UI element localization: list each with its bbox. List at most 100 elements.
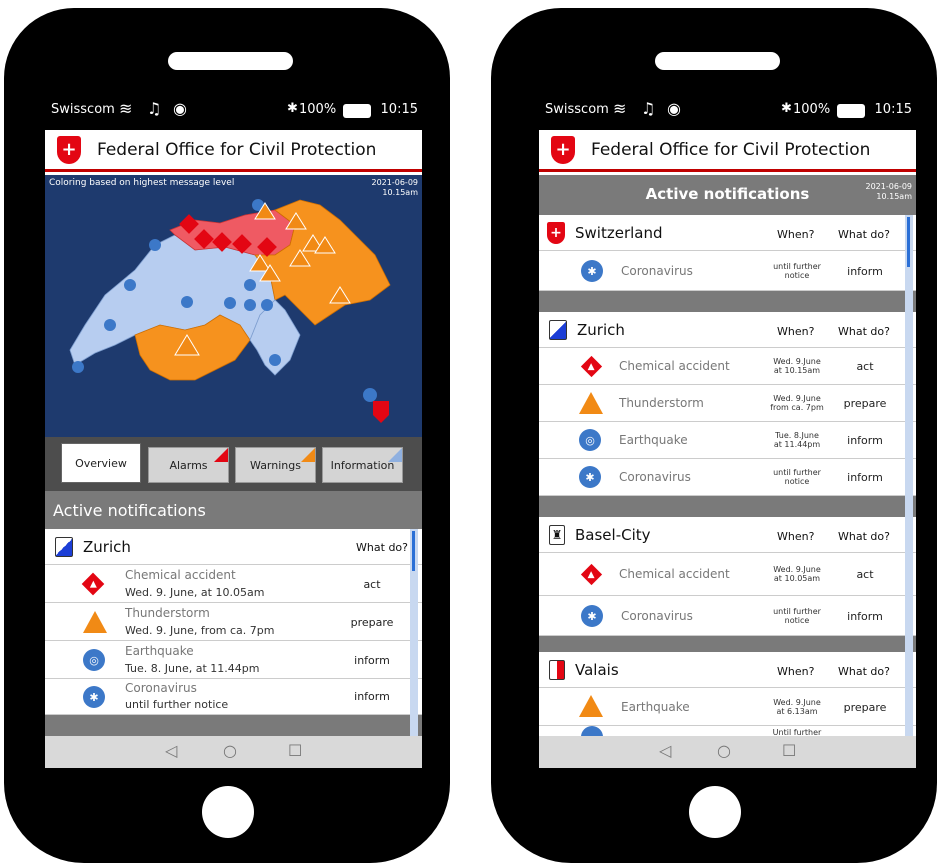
what-do-header: What do? [838,228,890,241]
section-divider [539,291,916,312]
screen-overview: Swisscom ≋ ♫ ◉ ✱ 100% 10:15 + Federal Of… [45,94,422,768]
speaker [655,52,780,70]
coronavirus-icon: ✱ [83,686,105,708]
earthquake-icon: ◎ [579,429,601,451]
notification-action: prepare [350,616,394,629]
android-nav-bar: ◁ ○ ☐ [539,736,916,768]
tab-overview[interactable]: Overview [61,443,141,483]
battery-percent: 100% [793,102,831,117]
valais-coat-of-arms-icon [549,659,565,680]
notification-item[interactable]: ✱ Coronavirus until further notice inform [539,459,916,496]
earthquake-icon: ◎ [83,649,105,671]
coronavirus-icon: ✱ [581,605,603,627]
notification-item[interactable]: Thunderstorm Wed. 9. June, from ca. 7pm … [45,603,422,641]
bluetooth-icon: ✱ [287,101,298,116]
notification-item[interactable]: ▲ Chemical accident Wed. 9.June at 10.05a… [539,553,916,596]
notification-title: Chemical accident [619,567,730,581]
back-icon[interactable]: ◁ [165,741,177,760]
notification-title: Coronavirus [621,609,693,623]
notification-item[interactable]: Earthquake Wed. 9.June at 6.13am prepare [539,688,916,726]
chemical-accident-icon: ▲ [580,355,603,378]
region-row-valais[interactable]: Valais When? What do? [539,652,916,688]
header-date: 2021-06-09 [865,182,913,191]
earthquake-warning-icon [579,695,603,717]
region-name: Switzerland [575,223,663,242]
zurich-coat-of-arms-icon [55,536,73,557]
app-bar: + Federal Office for Civil Protection [45,130,422,172]
recent-apps-icon[interactable]: ☐ [782,741,796,760]
section-divider [539,636,916,652]
section-active-notifications: Active notifications [45,491,422,529]
notification-item[interactable]: ✱ Coronavirus until further notice inform [539,596,916,636]
notification-when: until further notice [773,607,821,625]
notification-action: inform [354,654,390,667]
section-title: Active notifications [53,500,206,520]
home-icon[interactable]: ○ [223,741,237,760]
map-date: 2021-06-09 [371,178,419,187]
notification-title: Earthquake [619,433,688,447]
scrollbar-thumb[interactable] [412,531,415,571]
screen-notifications: Swisscom ≋ ♫ ◉ ✱ 100% 10:15 + Federal Of… [539,94,916,768]
clock: 10:15 [874,102,912,117]
scrollbar-thumb[interactable] [907,217,910,267]
region-row-zurich[interactable]: Zurich What do? [45,529,422,565]
tab-information[interactable]: Information [322,447,403,483]
scrollbar[interactable] [905,215,913,738]
map-caption: Coloring based on highest message level [49,178,235,188]
notification-item[interactable]: ✱ Coronavirus until further notice inform [539,251,916,291]
what-do-header: What do? [838,325,890,338]
bluetooth-icon: ✱ [781,101,792,116]
home-icon[interactable]: ○ [717,741,731,760]
when-header: When? [777,530,815,543]
notification-item[interactable]: ◎ Earthquake Tue. 8.June at 11.44pm infor… [539,422,916,459]
tab-overview-label: Overview [75,456,127,470]
android-nav-bar: ◁ ○ ☐ [45,736,422,768]
coronavirus-icon: ✱ [581,260,603,282]
region-row-switzerland[interactable]: + Switzerland When? What do? [539,215,916,251]
notification-item[interactable]: ◎ Earthquake Tue. 8. June, at 11.44pm in… [45,641,422,679]
back-icon[interactable]: ◁ [659,741,671,760]
app-title: Federal Office for Civil Protection [591,139,871,160]
region-name: Zurich [83,537,131,556]
notification-when: until further notice [773,262,821,280]
region-row-basel-city[interactable]: ♜ Basel-City When? What do? [539,517,916,553]
map-graphic [69,199,391,423]
notification-title: Earthquake [621,700,690,714]
map-timestamp: 2021-06-09 10.15am [372,178,419,198]
region-row-zurich[interactable]: Zurich When? What do? [539,312,916,348]
home-button[interactable] [202,786,254,838]
notification-when: Tue. 8.June at 11.44pm [773,431,821,449]
recent-apps-icon[interactable]: ☐ [288,741,302,760]
notification-title: Thunderstorm [619,396,704,410]
when-header: When? [777,665,815,678]
carrier-name: Swisscom [51,102,115,117]
notification-item[interactable]: ✱ Coronavirus until further notice infor… [45,679,422,715]
warning-corner-icon [287,448,315,462]
section-divider [45,715,422,736]
what-do-header: What do? [838,530,890,543]
tab-alarms[interactable]: Alarms [148,447,229,483]
notification-item[interactable]: ▲ Chemical accident Wed. 9.June at 10.15a… [539,348,916,385]
carrier-name: Swisscom [545,102,609,117]
app-bar: + Federal Office for Civil Protection [539,130,916,172]
status-bar: Swisscom ≋ ♫ ◉ ✱ 100% 10:15 [539,94,916,130]
notification-action: inform [847,434,883,447]
notification-item[interactable]: Thunderstorm Wed. 9.June from ca. 7pm pre… [539,385,916,422]
clock: 10:15 [380,102,418,117]
tab-warnings[interactable]: Warnings [235,447,316,483]
swiss-map[interactable]: Coloring based on highest message level … [45,175,422,437]
info-corner-icon [374,448,402,462]
notification-title: Coronavirus [619,470,691,484]
notification-when: Wed. 9.June from ca. 7pm [770,394,824,412]
notification-title: Earthquake [125,644,194,658]
when-header: When? [777,325,815,338]
app-title: Federal Office for Civil Protection [97,139,377,160]
what-do-header: What do? [356,541,408,554]
home-button[interactable] [689,786,741,838]
notification-item[interactable]: ▲ Chemical accident Wed. 9. June, at 10.… [45,565,422,603]
notification-detail: Tue. 8. June, at 11.44pm [125,662,260,675]
notification-action: prepare [843,397,887,410]
notification-detail: until further notice [125,698,229,711]
scrollbar[interactable] [410,529,418,739]
switzerland-coat-of-arms-icon: + [547,221,565,244]
